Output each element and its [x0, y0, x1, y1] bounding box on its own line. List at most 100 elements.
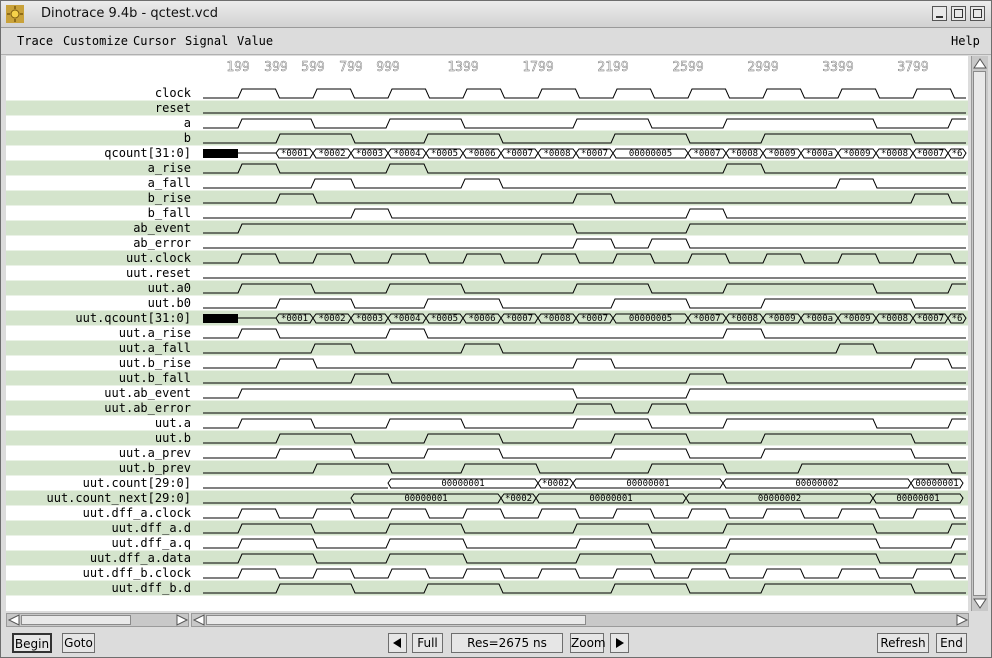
- signal-name: uut.count[29:0]: [83, 476, 191, 490]
- bus-value: 00000005: [629, 314, 672, 324]
- time-label: 599: [301, 60, 324, 75]
- bus-value: 00000001: [915, 479, 958, 489]
- bus-value: 00000001: [626, 479, 669, 489]
- bus-value: *0001: [281, 149, 308, 159]
- menu-cursor[interactable]: Cursor: [133, 34, 176, 48]
- bus-value: *0004: [393, 149, 420, 159]
- signal-trace: [203, 358, 966, 369]
- time-scroll-left-icon[interactable]: [192, 614, 205, 626]
- signal-trace: [203, 388, 966, 399]
- bus-value: 00000001: [589, 494, 632, 504]
- signal-name: a: [184, 116, 191, 130]
- signal-name: uut.dff_b.clock: [83, 566, 192, 580]
- pan-right-icon: [616, 638, 624, 648]
- minimize-button[interactable]: [932, 6, 947, 21]
- menu-trace[interactable]: Trace: [17, 34, 53, 48]
- signal-name-scrollbar[interactable]: [6, 613, 189, 627]
- time-label: 2599: [672, 60, 703, 75]
- bus-value: *0005: [431, 149, 458, 159]
- signal-name: uut.b_rise: [119, 356, 191, 370]
- bus-value: 00000005: [629, 149, 672, 159]
- signal-name: reset: [155, 101, 191, 115]
- signal-trace: [203, 88, 966, 99]
- bus-value: *0001: [281, 314, 308, 324]
- signal-name: ab_event: [133, 221, 191, 235]
- bus-value: 00000002: [758, 494, 801, 504]
- scroll-down-icon[interactable]: [973, 598, 987, 609]
- bus-value: *0006: [468, 314, 495, 324]
- maximize-button[interactable]: [951, 6, 966, 21]
- signal-name: ab_error: [133, 236, 191, 250]
- waveform-canvas[interactable]: 199 399 599 799 999 1399 1799 2199 2599 2999 3399 3…: [6, 56, 968, 611]
- bus-value: *0008: [881, 149, 908, 159]
- signal-trace: [203, 178, 966, 189]
- bus-value: *0009: [768, 149, 795, 159]
- bus-value: *0002: [542, 479, 569, 489]
- signal-name-scroll-thumb[interactable]: [21, 615, 131, 625]
- scroll-right-icon[interactable]: [176, 614, 189, 626]
- signal-name: uut.dff_a.clock: [83, 506, 192, 520]
- bus-value: *0007: [917, 314, 944, 324]
- bus-value: *0007: [581, 314, 608, 324]
- scroll-left-icon[interactable]: [7, 614, 20, 626]
- menu-signal[interactable]: Signal: [185, 34, 228, 48]
- bus-value: *0005: [431, 314, 458, 324]
- full-button[interactable]: Full: [412, 633, 443, 653]
- signal-name: b: [184, 131, 191, 145]
- pan-right-button[interactable]: [610, 633, 629, 653]
- signal-name: a_fall: [148, 176, 191, 190]
- time-label: 1799: [522, 60, 553, 75]
- resolution-button[interactable]: Res=2675 ns: [451, 633, 563, 653]
- time-scroll-thumb[interactable]: [206, 615, 586, 625]
- signal-name: a_rise: [148, 161, 191, 175]
- signal-name: uut.clock: [126, 251, 192, 265]
- scroll-up-icon[interactable]: [973, 58, 987, 69]
- vertical-scrollbar[interactable]: [971, 56, 988, 611]
- zoom-button[interactable]: Zoom: [570, 633, 606, 653]
- pan-left-button[interactable]: [388, 633, 407, 653]
- bus-value: *0008: [543, 314, 570, 324]
- bus-value: *0007: [917, 149, 944, 159]
- signal-trace: [203, 238, 966, 249]
- signal-name: uut.b_fall: [119, 371, 191, 385]
- bus-value: *000a: [806, 314, 833, 324]
- bus-value: *0003: [356, 314, 383, 324]
- refresh-button[interactable]: Refresh: [877, 633, 929, 653]
- bus-value: 00000001: [441, 479, 484, 489]
- bus-value: *0007: [506, 149, 533, 159]
- row-stripe: [6, 130, 968, 146]
- signal-trace: [203, 568, 966, 579]
- bus-value: *0004: [393, 314, 420, 324]
- time-label: 3799: [897, 60, 928, 75]
- time-label: 3399: [822, 60, 853, 75]
- signal-trace: [203, 538, 966, 549]
- bus-undefined: [203, 314, 238, 323]
- signal-name: uut.a_rise: [119, 326, 191, 340]
- bus-value: *0007: [693, 314, 720, 324]
- goto-button[interactable]: Goto: [62, 633, 95, 653]
- signal-name: uut.dff_a.d: [112, 521, 191, 535]
- end-button[interactable]: End: [936, 633, 967, 653]
- signal-trace: [203, 448, 966, 459]
- menu-customize[interactable]: Customize: [63, 34, 128, 48]
- waveform-area[interactable]: 199 399 599 799 999 1399 1799 2199 2599 2999 3399 3…: [6, 56, 968, 611]
- time-scroll-right-icon[interactable]: [956, 614, 969, 626]
- bus-value: *0008: [543, 149, 570, 159]
- close-button[interactable]: [970, 6, 985, 21]
- time-scrollbar[interactable]: [191, 613, 969, 627]
- menu-help[interactable]: Help: [951, 34, 980, 48]
- signal-name: uut.a_fall: [119, 341, 191, 355]
- menu-value[interactable]: Value: [237, 34, 273, 48]
- bus-value: *0006: [468, 149, 495, 159]
- begin-button[interactable]: Begin: [12, 633, 52, 653]
- vertical-scroll-thumb[interactable]: [973, 71, 986, 596]
- bus-value: *0009: [768, 314, 795, 324]
- sun-icon[interactable]: [6, 5, 24, 23]
- signal-name: uut.ab_event: [104, 386, 191, 400]
- signal-name: uut.a_prev: [119, 446, 191, 460]
- bus-value: 00000002: [795, 479, 838, 489]
- bus-value: 00000001: [896, 494, 939, 504]
- bus-value: *0002: [318, 314, 345, 324]
- signal-name: uut.count_next[29:0]: [47, 491, 192, 505]
- signal-trace: [203, 118, 966, 129]
